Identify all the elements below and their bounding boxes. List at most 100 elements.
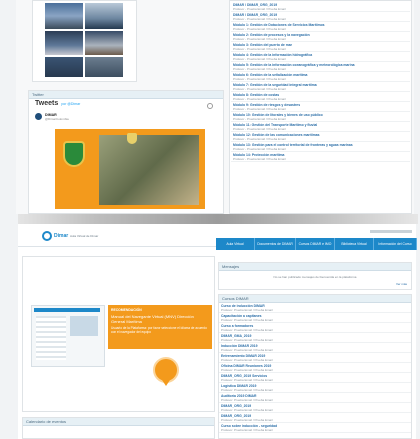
course-list-item[interactable]: Módulo 2: Gestión de procesos y la naveg… [231,32,410,42]
course-list-item-subtitle: Profesor - Prueba Email / Prueba Email [233,47,286,51]
course-item[interactable]: DIMAR_GMA_2019 Profesor: Prueba Email / P… [219,333,411,343]
recommendation-box: RECOMENDACIÓN Manual del Navegante Virtu… [108,305,212,349]
photo-2[interactable] [85,3,123,29]
messages-panel: Mensajes No se han publicado mensajes de… [218,262,412,290]
badge-pointer-icon [162,380,170,386]
course-item-subtitle: Profesor: Prueba Email / Prueba Email [221,408,273,412]
soldiers-photo [99,135,199,205]
course-list-item[interactable]: DIMAR / DIMAR_ORG_2019 Profesor - Prueba … [231,2,410,12]
course-list-item-subtitle: Profesor - Prueba Email / Prueba Email [233,17,286,21]
nav-biblioteca[interactable]: Biblioteca Virtual [335,238,374,250]
tweet-avatar[interactable] [35,113,42,120]
course-list-item-subtitle: Profesor - Prueba Email / Prueba Email [233,97,286,101]
bottom-screenshot: Dimar Aula Virtual de Dimar Aula Virtual… [18,224,417,439]
banner-title: RECOMENDACIÓN [111,308,142,312]
course-item-subtitle: Profesor: Prueba Email / Prueba Email [221,348,273,352]
manual-screenshot-nav [34,308,100,312]
messages-link[interactable]: Ver más [396,282,407,286]
photo-5[interactable] [45,57,83,77]
course-item-subtitle: Profesor: Prueba Email / Prueba Email [221,318,273,322]
nav-aula-virtual[interactable]: Aula Virtual [216,238,255,250]
course-list-item[interactable]: Módulo 5: Gestión de la información ocea… [231,62,410,72]
course-list-item-subtitle: Profesor - Prueba Email / Prueba Email [233,77,286,81]
course-item[interactable]: DIMAR_ORG_2019 Profesor: Prueba Email / P… [219,413,411,423]
course-item[interactable]: Curso a formadores Profesor: Prueba Email… [219,323,411,333]
course-item[interactable]: Capacitación a capitanes Profesor: Prueba… [219,313,411,323]
course-list-item[interactable]: Módulo 3: Gestión del puerto de mar Profe… [231,42,410,52]
course-list-item[interactable]: Módulo 10: Gestión de litorales y bienes… [231,112,410,122]
site-logo-icon[interactable] [42,231,52,241]
course-list-item[interactable]: Módulo 6: Gestión de la señalización mar… [231,72,410,82]
course-item[interactable]: Oficina DIMAR Reuniones 2019 Profesor: Pr… [219,363,411,373]
tweet-handle: @DimarColombia [45,117,69,121]
course-item-subtitle: Profesor: Prueba Email / Prueba Email [221,418,273,422]
banner-text: Manual del Navegante Virtual (MNV) Direc… [111,314,194,324]
course-list-item[interactable]: Módulo 8: Gestión de costas Profesor - Pr… [231,92,410,102]
twitter-panel-header: Twitter [29,91,223,99]
course-item[interactable]: Logística DIMAR 2019 Profesor: Prueba Ema… [219,383,411,393]
course-item-subtitle: Profesor: Prueba Email / Prueba Email [221,398,273,402]
tweet-author: DIMAR @DimarColombia [45,113,69,121]
police-badge-icon [63,141,85,167]
photo-4[interactable] [85,31,123,55]
course-item-subtitle: Profesor: Prueba Email / Prueba Email [221,428,273,432]
messages-text: No se han publicado mensajes de bienveni… [273,275,357,279]
photo-3[interactable] [45,31,83,55]
course-list-item-subtitle: Profesor - Prueba Email / Prueba Email [233,57,286,61]
course-list-item-subtitle: Profesor - Prueba Email / Prueba Email [233,87,286,91]
course-list-item[interactable]: Módulo 14: Protección marítima Profesor -… [231,152,410,162]
course-item-subtitle: Profesor: Prueba Email / Prueba Email [221,388,273,392]
course-item[interactable]: Curso sobre inducción - seguridad Profeso… [219,423,411,433]
course-list-item[interactable]: Módulo 7: Gestión de la seguridad integr… [231,82,410,92]
site-name[interactable]: Dimar [54,233,68,239]
course-list-item[interactable]: Módulo 4: Gestión de la información hidr… [231,52,410,62]
messages-header: Mensajes [219,263,411,271]
course-item[interactable]: Entrenamiento DIMAR 2019 Profesor: Prueba… [219,353,411,363]
manual-screenshot-image [70,316,98,336]
photo-gallery [32,0,137,82]
course-list-item-subtitle: Profesor - Prueba Email / Prueba Email [233,117,286,121]
tweets-by[interactable]: por @Dimar [61,102,80,106]
calendar-panel: Calendario de eventos [22,417,215,439]
course-list-item-subtitle: Profesor - Prueba Email / Prueba Email [233,67,286,71]
course-list-item[interactable]: Módulo 13: Gestión para el control terri… [231,142,410,152]
photo-6[interactable] [85,57,123,77]
banner-body: Usuario de la Plataforma: por favor sele… [111,326,207,334]
tweets-title: Tweets [35,100,59,107]
course-item-subtitle: Profesor: Prueba Email / Prueba Email [221,368,273,372]
course-list-item-subtitle: Profesor - Prueba Email / Prueba Email [233,147,286,151]
course-list-item-subtitle: Profesor - Prueba Email / Prueba Email [233,127,286,131]
course-list-item-subtitle: Profesor - Prueba Email / Prueba Email [233,137,286,141]
course-item[interactable]: DIMAR_ORG_2019 Servicios Profesor: Prueba… [219,373,411,383]
course-item[interactable]: Inducción DIMAR 2019 Profesor: Prueba Ema… [219,343,411,353]
photo-1[interactable] [45,3,83,29]
twitter-panel: Twitter Tweets por @Dimar DIMAR @DimarCo… [28,90,224,214]
course-item[interactable]: Curso de inducción DIMAR Profesor: Prueba… [219,303,411,313]
course-item[interactable]: Auditoría 2019 DIMAR Profesor: Prueba Ema… [219,393,411,403]
top-screenshot: Twitter Tweets por @Dimar DIMAR @DimarCo… [16,0,414,214]
recommendation-panel: RECOMENDACIÓN Manual del Navegante Virtu… [22,256,215,412]
course-item-subtitle: Profesor: Prueba Email / Prueba Email [221,338,273,342]
course-list-item-subtitle: Profesor - Prueba Email / Prueba Email [233,7,286,11]
course-list-item[interactable]: Módulo 12: Gestión de las comunicaciones… [231,132,410,142]
course-list-item[interactable]: Módulo 9: Gestión de riesgos y desastres… [231,102,410,112]
tweet-options-icon[interactable] [207,103,213,109]
course-list-item[interactable]: Módulo 1: Gestión de Dotaciones de Servi… [231,22,410,32]
nav-documentos[interactable]: Documentos de DIMAR [255,238,296,250]
course-list-item-subtitle: Profesor - Prueba Email / Prueba Email [233,157,286,161]
course-item-subtitle: Profesor: Prueba Email / Prueba Email [221,378,273,382]
course-item-subtitle: Profesor: Prueba Email / Prueba Email [221,328,273,332]
manual-screenshot[interactable] [31,305,105,367]
calendar-header: Calendario de eventos [23,418,214,426]
course-list-item-subtitle: Profesor - Prueba Email / Prueba Email [233,27,286,31]
site-tagline: Aula Virtual de Dimar [70,234,99,238]
course-list-item[interactable]: Módulo 11: Gestión del Transporte Maríti… [231,122,410,132]
tweets-heading: Tweets por @Dimar [35,100,80,107]
course-list-item[interactable]: DIMAR / DIMAR_ORG_2019 Profesor - Prueba … [231,12,410,22]
course-item[interactable]: DIMAR_ORG_2019 Profesor: Prueba Email / P… [219,403,411,413]
separator-bar [18,214,418,224]
nav-informacion[interactable]: Información del Curso [374,238,417,250]
tweet-image[interactable] [55,129,205,209]
main-nav: Aula Virtual Documentos de DIMAR Cursos … [216,238,417,250]
nav-cursos[interactable]: Cursos DIMAR e IMO [296,238,335,250]
